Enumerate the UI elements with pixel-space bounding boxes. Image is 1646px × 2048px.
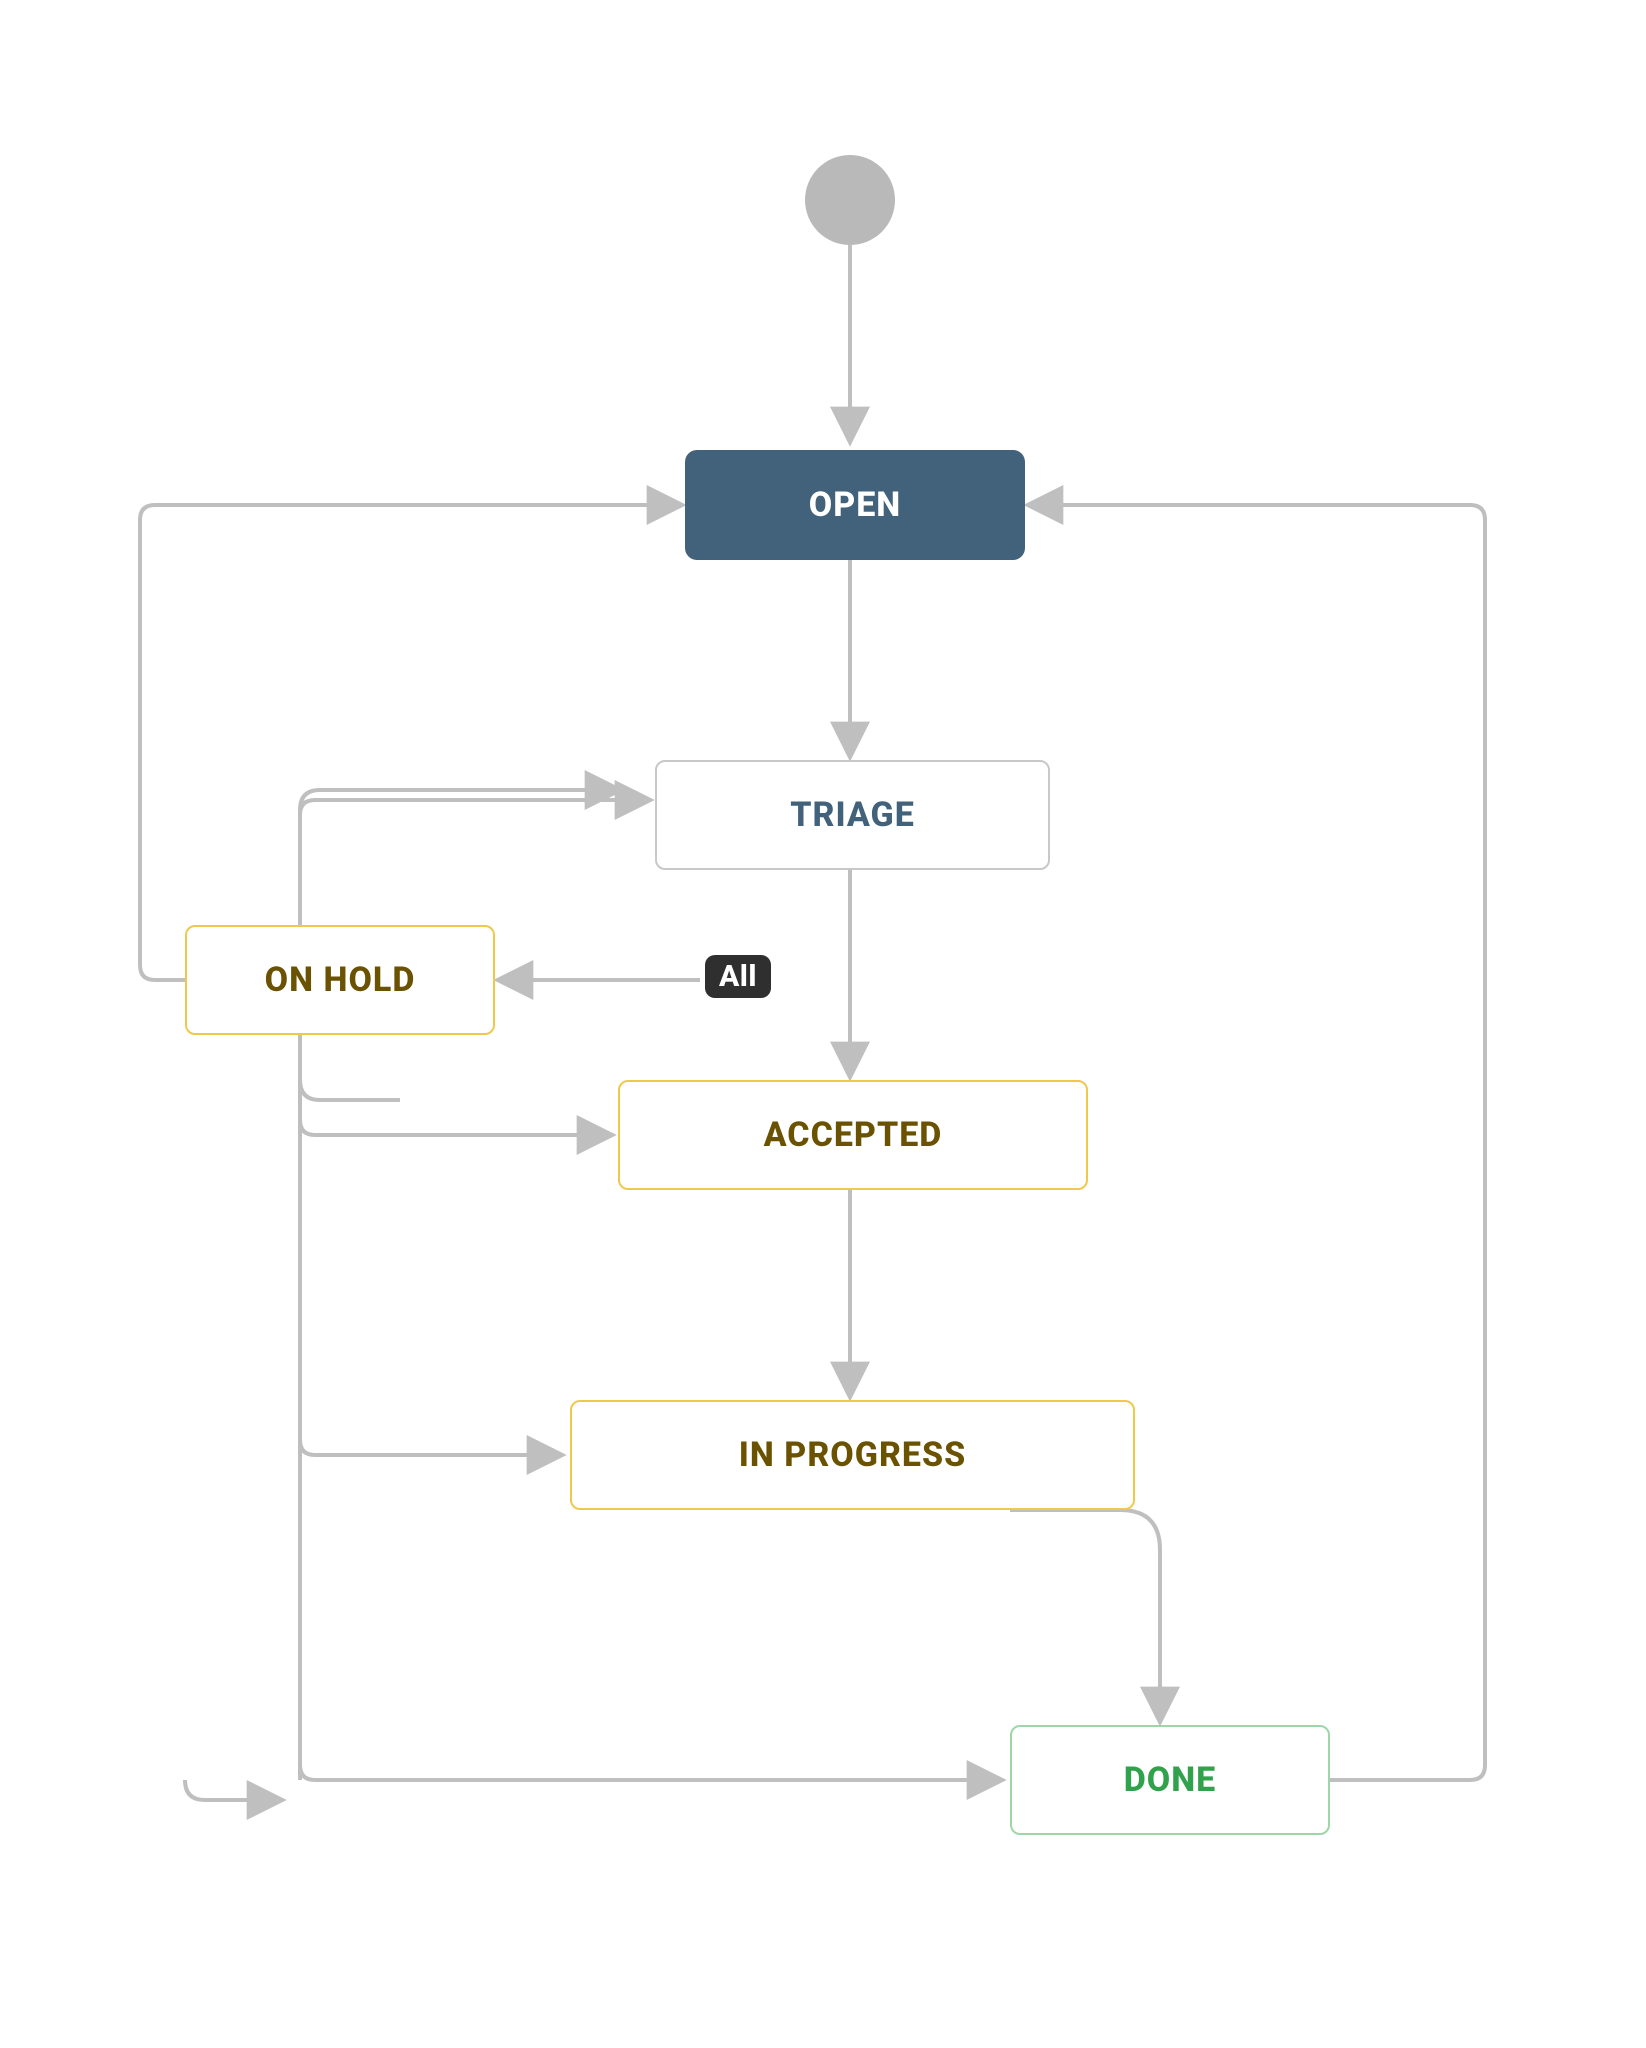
state-done[interactable]: DONE — [1010, 1725, 1330, 1835]
stub — [185, 1780, 280, 1800]
edge-onhold-to-accepted — [300, 1120, 610, 1135]
transition-badge-all-label: All — [719, 959, 757, 994]
state-triage-label: TRIAGE — [790, 795, 915, 835]
state-accepted-label: ACCEPTED — [764, 1115, 943, 1155]
edge-onhold-to-done — [300, 1765, 1000, 1780]
state-on-hold-label: ON HOLD — [265, 960, 416, 1000]
state-done-label: DONE — [1124, 1760, 1217, 1800]
transition-badge-all: All — [705, 955, 771, 998]
state-in-progress[interactable]: IN PROGRESS — [570, 1400, 1135, 1510]
start-node — [805, 155, 895, 245]
state-open-label: OPEN — [809, 485, 902, 525]
edge-done-to-open — [1030, 505, 1485, 1780]
edge-onhold-to-inprogress — [300, 1440, 560, 1455]
state-in-progress-label: IN PROGRESS — [739, 1435, 966, 1475]
edge-onhold-to-open — [140, 505, 680, 980]
edge-inprogress-to-done — [1010, 1510, 1160, 1720]
state-triage[interactable]: TRIAGE — [655, 760, 1050, 870]
state-on-hold[interactable]: ON HOLD — [185, 925, 495, 1035]
state-open[interactable]: OPEN — [685, 450, 1025, 560]
workflow-diagram: OPEN TRIAGE ON HOLD All ACCEPTED IN PROG… — [0, 0, 1646, 2048]
state-accepted[interactable]: ACCEPTED — [618, 1080, 1088, 1190]
